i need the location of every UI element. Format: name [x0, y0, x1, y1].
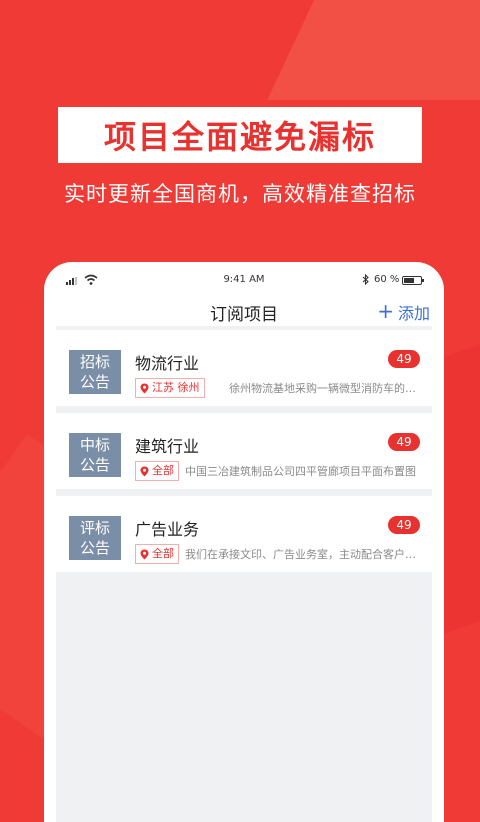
- nav-bar: 订阅项目 + 添加: [44, 300, 444, 325]
- headline-banner: 项目全面避免漏标: [58, 107, 422, 163]
- notice-type-tile: 招标 公告: [69, 350, 121, 394]
- list-item[interactable]: 招标 公告 物流行业 49 江苏 徐州 徐州物流基地采购一辆微型消防车的招标公告: [56, 330, 432, 406]
- bg-decoration: [267, 0, 480, 100]
- location-tag[interactable]: 全部: [135, 461, 179, 481]
- location-tag[interactable]: 全部: [135, 544, 179, 564]
- project-snippet: 我们在承接文印、广告业务室，主动配合客户需求: [185, 548, 422, 561]
- industry-title: 物流行业: [135, 354, 200, 373]
- subscription-list: 招标 公告 物流行业 49 江苏 徐州 徐州物流基地采购一辆微型消防车的招标公告…: [56, 326, 432, 822]
- list-item[interactable]: 评标 公告 广告业务 49 全部 我们在承接文印、广告业务室，主动配合客户需求: [56, 496, 432, 572]
- plus-icon: +: [377, 299, 394, 323]
- count-badge: 49: [388, 350, 420, 368]
- industry-title: 建筑行业: [135, 437, 200, 456]
- bluetooth-icon: [362, 274, 369, 285]
- notice-type-tile: 评标 公告: [69, 516, 121, 560]
- add-subscription-button[interactable]: + 添加: [377, 300, 430, 324]
- list-item[interactable]: 中标 公告 建筑行业 49 全部 中国三冶建筑制品公司四平管廊项目平面布置图: [56, 413, 432, 489]
- subline-text: 实时更新全国商机，高效精准查招标: [64, 182, 416, 206]
- project-snippet: 中国三冶建筑制品公司四平管廊项目平面布置图: [185, 465, 416, 478]
- headline-text: 项目全面避免漏标: [103, 118, 376, 156]
- status-bar: 9:41 AM 60 %: [44, 262, 444, 300]
- location-text: 江苏 徐州: [152, 381, 200, 394]
- location-text: 全部: [152, 464, 174, 477]
- count-badge: 49: [388, 516, 420, 534]
- location-text: 全部: [152, 547, 174, 560]
- project-snippet: 徐州物流基地采购一辆微型消防车的招标公告: [229, 382, 422, 395]
- notice-type-tile: 中标 公告: [69, 433, 121, 477]
- location-tag[interactable]: 江苏 徐州: [135, 378, 205, 398]
- location-pin-icon: [140, 549, 149, 559]
- location-pin-icon: [140, 466, 149, 476]
- count-badge: 49: [388, 433, 420, 451]
- phone-mockup: 9:41 AM 60 % 订阅项目 + 添加 招标 公告 物流行业 49 江苏 …: [44, 262, 444, 822]
- battery-icon: [402, 276, 424, 285]
- industry-title: 广告业务: [135, 520, 200, 539]
- add-button-label: 添加: [397, 304, 430, 323]
- battery-percent: 60 %: [374, 274, 400, 285]
- location-pin-icon: [140, 383, 149, 393]
